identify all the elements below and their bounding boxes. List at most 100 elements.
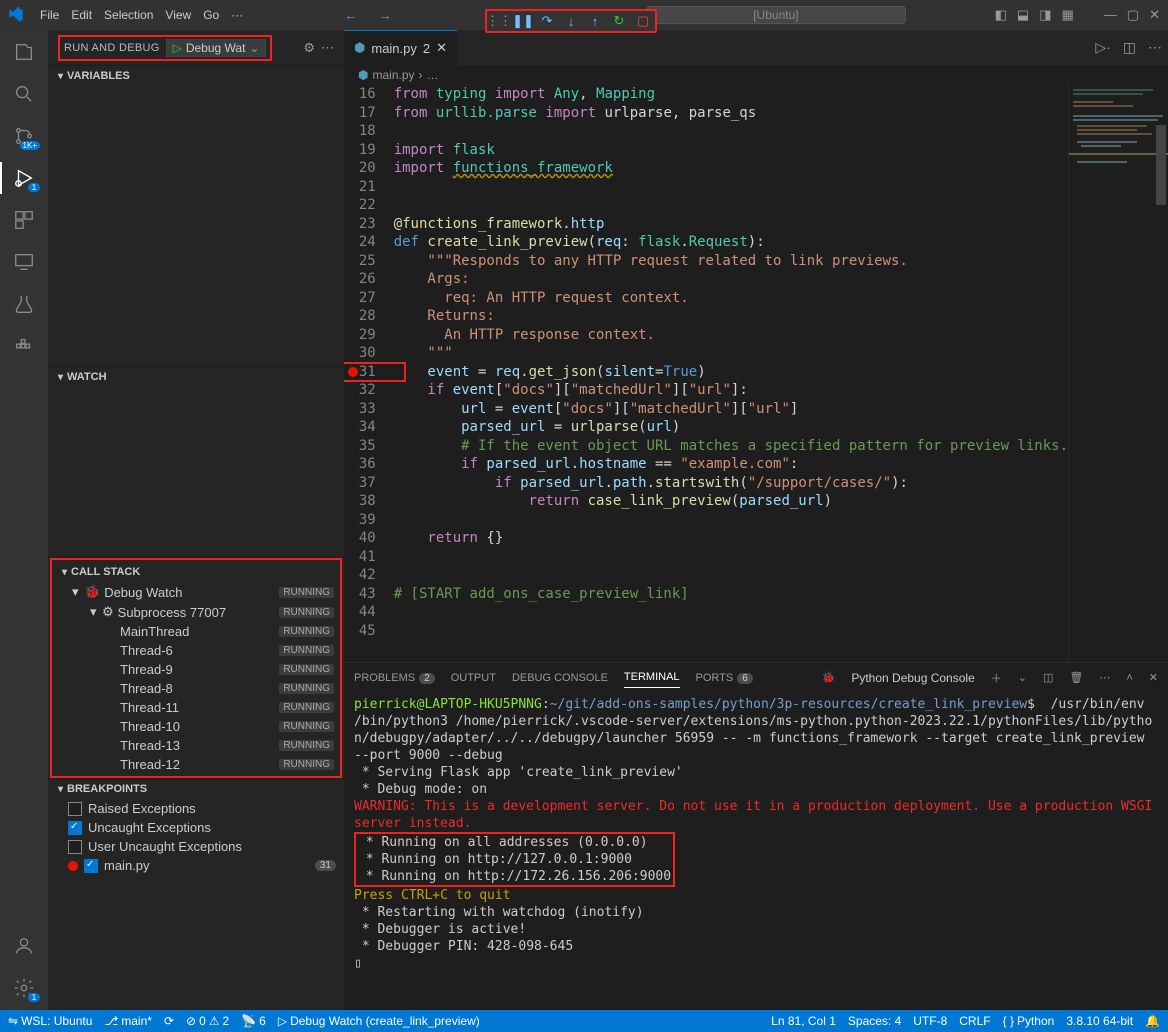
breadcrumb-more: …: [427, 68, 439, 82]
remote-indicator[interactable]: ⇋ WSL: Ubuntu: [8, 1014, 92, 1028]
debug-more-icon[interactable]: ⋯: [321, 40, 334, 56]
editor-more-icon[interactable]: ⋯: [1142, 39, 1168, 56]
minimap[interactable]: [1068, 85, 1168, 662]
breakpoint-option[interactable]: Raised Exceptions: [48, 799, 344, 818]
layout-left-icon[interactable]: ◧: [995, 7, 1007, 23]
tab-close-icon[interactable]: ✕: [436, 40, 447, 56]
run-editor-icon[interactable]: ▷·: [1089, 39, 1116, 56]
nav-forward-icon[interactable]: →: [372, 7, 398, 23]
callstack-row[interactable]: Thread-8RUNNING: [52, 679, 340, 698]
minimize-icon[interactable]: —: [1104, 7, 1117, 23]
minimap-thumb[interactable]: [1156, 125, 1166, 205]
breakpoint-file[interactable]: main.py31: [48, 856, 344, 875]
menu-file[interactable]: File: [34, 8, 65, 22]
checkbox[interactable]: [84, 859, 98, 873]
close-icon[interactable]: ✕: [1149, 7, 1160, 23]
callstack-row[interactable]: Thread-6RUNNING: [52, 641, 340, 660]
cursor-position[interactable]: Ln 81, Col 1: [771, 1014, 836, 1028]
restart-icon[interactable]: ↻: [611, 13, 627, 29]
close-panel-icon[interactable]: ✕: [1149, 671, 1158, 684]
callstack-row[interactable]: Thread-13RUNNING: [52, 736, 340, 755]
debug-badge: 1: [28, 183, 40, 192]
tab-problems[interactable]: PROBLEMS2: [354, 668, 435, 688]
debug-status[interactable]: ▷ Debug Watch (create_link_preview): [278, 1014, 480, 1028]
terminal-content[interactable]: pierrick@LAPTOP-HKU5PNNG:~/git/add-ons-s…: [344, 692, 1168, 1010]
breakpoint-option[interactable]: User Uncaught Exceptions: [48, 837, 344, 856]
callstack-row[interactable]: ▾⚙Subprocess 77007RUNNING: [52, 602, 340, 622]
code-editor[interactable]: 1617181920212223242526272829303132333435…: [344, 85, 1168, 662]
callstack-row[interactable]: Thread-9RUNNING: [52, 660, 340, 679]
breadcrumb[interactable]: ⬢ main.py › …: [344, 65, 1168, 85]
drag-handle-icon[interactable]: ⋮⋮: [491, 13, 507, 29]
checkbox[interactable]: [68, 840, 82, 854]
step-into-icon[interactable]: ↓: [563, 13, 579, 29]
callstack-row[interactable]: MainThreadRUNNING: [52, 622, 340, 641]
kill-terminal-icon[interactable]: 🗑: [1069, 671, 1083, 684]
testing-icon[interactable]: [12, 292, 36, 316]
checkbox[interactable]: [68, 821, 82, 835]
menu-edit[interactable]: Edit: [65, 8, 98, 22]
command-center[interactable]: [Ubuntu]: [646, 6, 906, 24]
debug-launch-icon[interactable]: 🐞: [822, 671, 836, 684]
debug-settings-icon[interactable]: ⚙: [303, 40, 315, 56]
git-branch[interactable]: ⎇ main*: [104, 1014, 152, 1028]
debug-config-selector[interactable]: ▷ Debug Wat ⌄: [166, 39, 267, 57]
menu-view[interactable]: View: [159, 8, 197, 22]
account-icon[interactable]: [12, 934, 36, 958]
tab-terminal[interactable]: TERMINAL: [624, 667, 680, 688]
tab-output[interactable]: OUTPUT: [451, 668, 496, 688]
source-control-icon[interactable]: 1K+: [12, 124, 36, 148]
maximize-panel-icon[interactable]: ˄: [1126, 672, 1132, 684]
errors-warnings[interactable]: ⊘ 0 ⚠ 2: [186, 1014, 229, 1028]
search-icon[interactable]: [12, 82, 36, 106]
split-editor-icon[interactable]: ◫: [1117, 39, 1142, 56]
new-terminal-icon[interactable]: ＋: [991, 670, 1002, 686]
callstack-section-header[interactable]: CALL STACK: [52, 562, 340, 582]
indentation[interactable]: Spaces: 4: [848, 1014, 901, 1028]
watch-section-header[interactable]: WATCH: [48, 367, 344, 387]
menu-selection[interactable]: Selection: [98, 8, 159, 22]
menu-go[interactable]: Go: [197, 8, 225, 22]
notifications-icon[interactable]: 🔔: [1145, 1014, 1160, 1028]
panel-more-icon[interactable]: ⋯: [1099, 671, 1110, 684]
docker-icon[interactable]: [12, 334, 36, 358]
explorer-icon[interactable]: [12, 40, 36, 64]
nav-back-icon[interactable]: ←: [338, 7, 364, 23]
layout-right-icon[interactable]: ◨: [1039, 7, 1051, 23]
breakpoints-section-header[interactable]: BREAKPOINTS: [48, 779, 344, 799]
variables-section-header[interactable]: VARIABLES: [48, 66, 344, 86]
debug-toolbar[interactable]: ⋮⋮ ❚❚ ↷ ↓ ↑ ↻ ▢: [485, 9, 657, 33]
eol[interactable]: CRLF: [959, 1014, 990, 1028]
step-over-icon[interactable]: ↷: [539, 13, 555, 29]
tab-main-py[interactable]: ⬢ main.py 2 ✕: [344, 30, 457, 65]
remote-explorer-icon[interactable]: [12, 250, 36, 274]
encoding[interactable]: UTF-8: [913, 1014, 947, 1028]
breakpoint-option[interactable]: Uncaught Exceptions: [48, 818, 344, 837]
language-mode[interactable]: { } Python: [1003, 1014, 1055, 1028]
step-out-icon[interactable]: ↑: [587, 13, 603, 29]
forwarded-ports[interactable]: 📡 6: [241, 1014, 266, 1028]
stop-icon[interactable]: ▢: [635, 13, 651, 29]
callstack-row[interactable]: Thread-10RUNNING: [52, 717, 340, 736]
layout-grid-icon[interactable]: ▦: [1062, 7, 1074, 23]
pause-icon[interactable]: ❚❚: [515, 13, 531, 29]
checkbox[interactable]: [68, 802, 82, 816]
split-terminal-icon[interactable]: ◫: [1043, 671, 1053, 684]
tab-ports[interactable]: PORTS6: [696, 668, 753, 688]
layout-bottom-icon[interactable]: ⬓: [1017, 7, 1029, 23]
callstack-row[interactable]: Thread-11RUNNING: [52, 698, 340, 717]
menu-more[interactable]: ···: [225, 8, 249, 22]
extensions-icon[interactable]: [12, 208, 36, 232]
git-sync[interactable]: ⟳: [164, 1014, 174, 1028]
python-interpreter[interactable]: 3.8.10 64-bit: [1066, 1014, 1133, 1028]
tab-debug-console[interactable]: DEBUG CONSOLE: [512, 668, 608, 688]
run-debug-icon[interactable]: 1: [12, 166, 36, 190]
terminal-dropdown-icon[interactable]: ⌄: [1018, 671, 1027, 684]
callstack-row[interactable]: ▾🐞Debug WatchRUNNING: [52, 582, 340, 602]
code-body[interactable]: from typing import Any, Mappingfrom urll…: [394, 85, 1068, 662]
callstack-row[interactable]: Thread-12RUNNING: [52, 755, 340, 774]
settings-icon[interactable]: 1: [12, 976, 36, 1000]
maximize-icon[interactable]: ▢: [1127, 7, 1139, 23]
terminal-profile-label[interactable]: Python Debug Console: [851, 671, 974, 685]
tab-label: main.py: [371, 41, 417, 56]
